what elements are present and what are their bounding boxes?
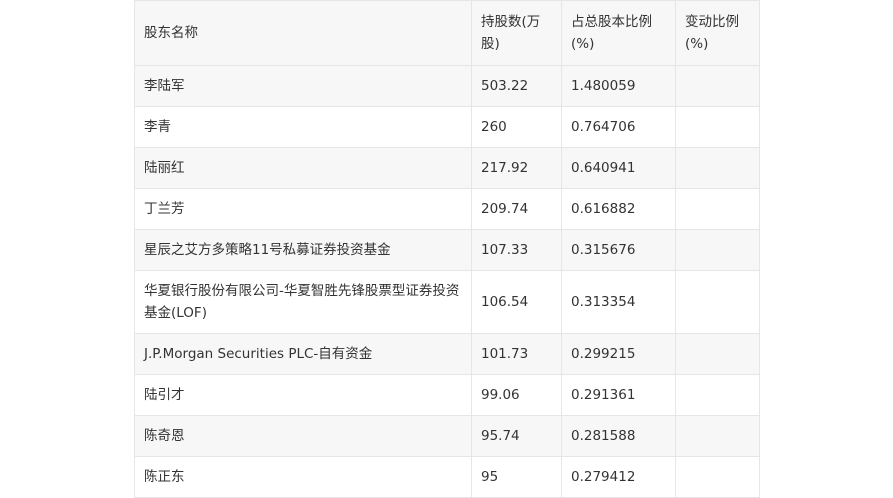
- shareholder-table-container: 股东名称 持股数(万股) 占总股本比例(%) 变动比例(%) 李陆军 503.2…: [134, 0, 760, 498]
- table-row: 陆丽红 217.92 0.640941: [134, 147, 760, 189]
- cell-share-ratio: 0.281588: [561, 415, 676, 457]
- cell-shareholder-name: 陆丽红: [134, 147, 472, 189]
- cell-shareholder-name: 星辰之艾方多策略11号私募证券投资基金: [134, 229, 472, 271]
- cell-share-ratio: 0.291361: [561, 374, 676, 416]
- cell-shares: 106.54: [471, 270, 562, 334]
- cell-share-ratio: 1.480059: [561, 65, 676, 107]
- cell-share-ratio: 0.640941: [561, 147, 676, 189]
- table-row: 陆引才 99.06 0.291361: [134, 374, 760, 416]
- cell-change-ratio: [675, 374, 760, 416]
- cell-share-ratio: 0.299215: [561, 333, 676, 375]
- cell-shareholder-name: 陈正东: [134, 456, 472, 498]
- cell-shares: 101.73: [471, 333, 562, 375]
- cell-change-ratio: [675, 65, 760, 107]
- cell-shares: 209.74: [471, 188, 562, 230]
- header-shareholder-name: 股东名称: [134, 0, 472, 66]
- cell-change-ratio: [675, 106, 760, 148]
- cell-change-ratio: [675, 270, 760, 334]
- table-row: J.P.Morgan Securities PLC-自有资金 101.73 0.…: [134, 333, 760, 375]
- table-row: 丁兰芳 209.74 0.616882: [134, 188, 760, 230]
- cell-change-ratio: [675, 188, 760, 230]
- header-shares: 持股数(万股): [471, 0, 562, 66]
- cell-shareholder-name: 李青: [134, 106, 472, 148]
- cell-share-ratio: 0.616882: [561, 188, 676, 230]
- cell-shares: 217.92: [471, 147, 562, 189]
- header-share-ratio: 占总股本比例(%): [561, 0, 676, 66]
- cell-share-ratio: 0.313354: [561, 270, 676, 334]
- cell-change-ratio: [675, 229, 760, 271]
- cell-shareholder-name: 陈奇恩: [134, 415, 472, 457]
- cell-shareholder-name: 华夏银行股份有限公司-华夏智胜先锋股票型证券投资基金(LOF): [134, 270, 472, 334]
- cell-share-ratio: 0.764706: [561, 106, 676, 148]
- header-change-ratio: 变动比例(%): [675, 0, 760, 66]
- cell-shares: 260: [471, 106, 562, 148]
- cell-share-ratio: 0.279412: [561, 456, 676, 498]
- cell-change-ratio: [675, 415, 760, 457]
- table-row: 陈奇恩 95.74 0.281588: [134, 415, 760, 457]
- table-row: 星辰之艾方多策略11号私募证券投资基金 107.33 0.315676: [134, 229, 760, 271]
- cell-shareholder-name: 丁兰芳: [134, 188, 472, 230]
- table-header-row: 股东名称 持股数(万股) 占总股本比例(%) 变动比例(%): [134, 0, 760, 66]
- cell-change-ratio: [675, 456, 760, 498]
- cell-change-ratio: [675, 147, 760, 189]
- cell-shares: 95.74: [471, 415, 562, 457]
- table-row: 华夏银行股份有限公司-华夏智胜先锋股票型证券投资基金(LOF) 106.54 0…: [134, 270, 760, 334]
- shareholder-table: 股东名称 持股数(万股) 占总股本比例(%) 变动比例(%) 李陆军 503.2…: [134, 0, 760, 498]
- cell-shares: 95: [471, 456, 562, 498]
- table-row: 李青 260 0.764706: [134, 106, 760, 148]
- cell-shares: 107.33: [471, 229, 562, 271]
- cell-change-ratio: [675, 333, 760, 375]
- table-row: 陈正东 95 0.279412: [134, 456, 760, 498]
- cell-shares: 503.22: [471, 65, 562, 107]
- table-row: 李陆军 503.22 1.480059: [134, 65, 760, 107]
- cell-shareholder-name: J.P.Morgan Securities PLC-自有资金: [134, 333, 472, 375]
- cell-shareholder-name: 陆引才: [134, 374, 472, 416]
- cell-shareholder-name: 李陆军: [134, 65, 472, 107]
- cell-share-ratio: 0.315676: [561, 229, 676, 271]
- cell-shares: 99.06: [471, 374, 562, 416]
